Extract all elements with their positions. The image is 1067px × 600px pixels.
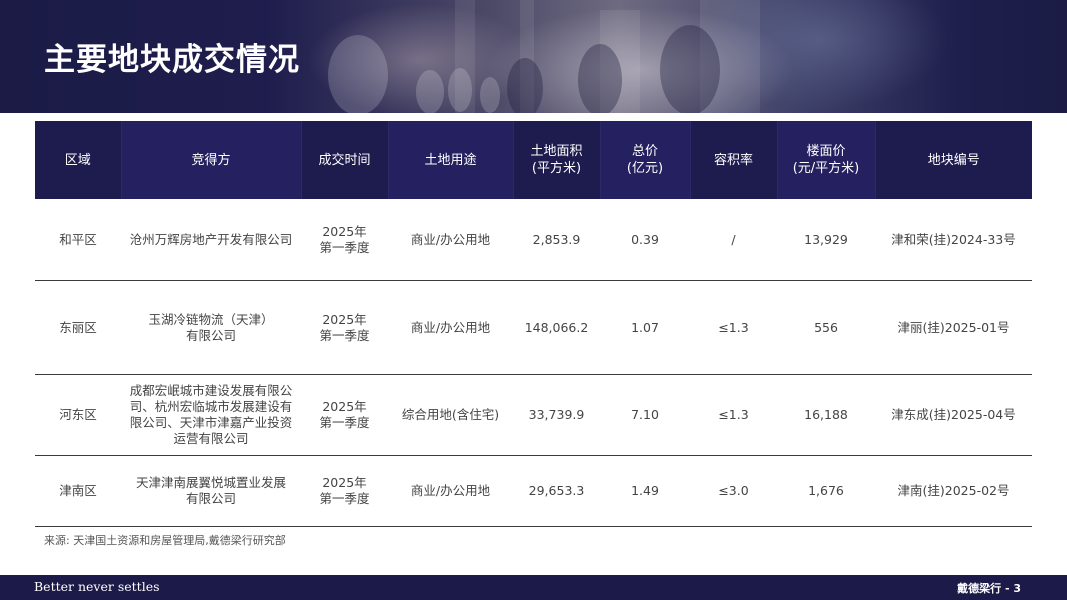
table-cell: 1.49	[600, 455, 690, 527]
page-title: 主要地块成交情况	[44, 42, 300, 78]
table-cell: 津东成(挂)2025-04号	[875, 374, 1032, 456]
table-cell: 7.10	[600, 374, 690, 456]
table-cell: 2,853.9	[513, 199, 600, 281]
table-header-row: 区域 竞得方 成交时间 土地用途 土地面积 (平方米) 总价 (亿元) 容积率 …	[35, 121, 1032, 199]
column-header: 容积率	[690, 121, 778, 199]
header-banner: 主要地块成交情况	[0, 0, 1067, 113]
table-cell: 148,066.2	[513, 280, 600, 375]
land-transactions-table: 区域 竞得方 成交时间 土地用途 土地面积 (平方米) 总价 (亿元) 容积率 …	[35, 121, 1032, 527]
table-cell: 河东区	[35, 374, 121, 456]
table-cell: 2025年 第一季度	[301, 199, 388, 281]
page-number: 戴德梁行 - 3	[957, 582, 1021, 595]
table-cell: 津和荣(挂)2024-33号	[875, 199, 1032, 281]
column-header: 区域	[35, 121, 122, 199]
table-cell: 成都宏岷城市建设发展有限公 司、杭州宏临城市发展建设有 限公司、天津市津嘉产业投…	[121, 374, 301, 456]
table-row: 和平区 沧州万辉房地产开发有限公司 2025年 第一季度 商业/办公用地 2,8…	[35, 199, 1032, 281]
table-cell: 商业/办公用地	[388, 455, 513, 527]
table-row: 津南区 天津津南展翼悦城置业发展 有限公司 2025年 第一季度 商业/办公用地…	[35, 455, 1032, 527]
table-cell: 玉湖冷链物流（天津） 有限公司	[121, 280, 301, 375]
table-cell: 和平区	[35, 199, 121, 281]
table-cell: 1.07	[600, 280, 690, 375]
column-header: 楼面价 (元/平方米)	[777, 121, 876, 199]
column-header: 地块编号	[875, 121, 1032, 199]
table-cell: 16,188	[777, 374, 875, 456]
table-cell: 13,929	[777, 199, 875, 281]
column-header: 竞得方	[121, 121, 302, 199]
source-note: 来源: 天津国土资源和房屋管理局,戴德梁行研究部	[44, 534, 286, 547]
footer-tagline: Better never settles	[34, 579, 160, 594]
table-cell: /	[690, 199, 777, 281]
table-cell: 商业/办公用地	[388, 199, 513, 281]
table-cell: 33,739.9	[513, 374, 600, 456]
table-cell: 沧州万辉房地产开发有限公司	[121, 199, 301, 281]
table-cell: 综合用地(含住宅)	[388, 374, 513, 456]
column-header: 成交时间	[301, 121, 389, 199]
table-cell: 2025年 第一季度	[301, 374, 388, 456]
land-transactions-table-container: 区域 竞得方 成交时间 土地用途 土地面积 (平方米) 总价 (亿元) 容积率 …	[35, 121, 1032, 527]
table-cell: 津南区	[35, 455, 121, 527]
table-cell: 东丽区	[35, 280, 121, 375]
table-cell: 1,676	[777, 455, 875, 527]
table-cell: 津南(挂)2025-02号	[875, 455, 1032, 527]
table-cell: 2025年 第一季度	[301, 455, 388, 527]
table-cell: ≤3.0	[690, 455, 777, 527]
table-cell: 天津津南展翼悦城置业发展 有限公司	[121, 455, 301, 527]
footer-bar: Better never settles 戴德梁行 - 3	[0, 575, 1067, 600]
table-cell: ≤1.3	[690, 374, 777, 456]
column-header: 总价 (亿元)	[600, 121, 691, 199]
table-cell: 2025年 第一季度	[301, 280, 388, 375]
table-cell: 商业/办公用地	[388, 280, 513, 375]
table-cell: 0.39	[600, 199, 690, 281]
table-cell: 556	[777, 280, 875, 375]
table-cell: ≤1.3	[690, 280, 777, 375]
table-row: 东丽区 玉湖冷链物流（天津） 有限公司 2025年 第一季度 商业/办公用地 1…	[35, 280, 1032, 375]
column-header: 土地面积 (平方米)	[513, 121, 601, 199]
table-row: 河东区 成都宏岷城市建设发展有限公 司、杭州宏临城市发展建设有 限公司、天津市津…	[35, 374, 1032, 456]
table-cell: 29,653.3	[513, 455, 600, 527]
column-header: 土地用途	[388, 121, 514, 199]
table-cell: 津丽(挂)2025-01号	[875, 280, 1032, 375]
